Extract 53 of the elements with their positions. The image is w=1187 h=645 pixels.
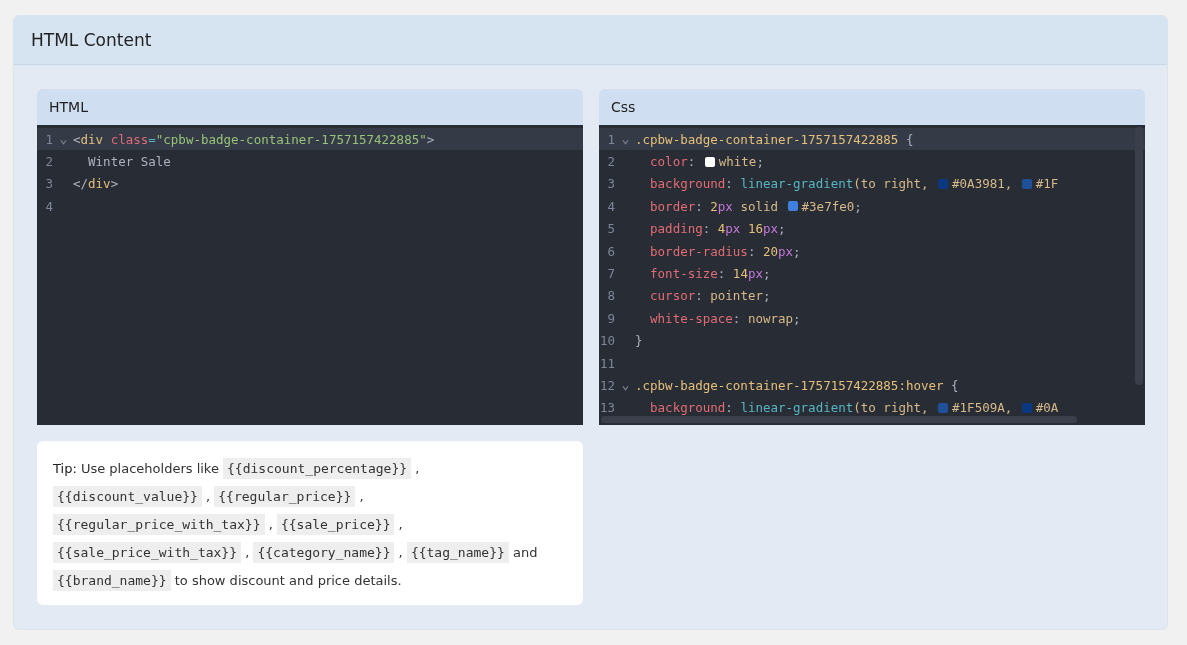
line-number: 8 xyxy=(606,288,615,304)
code-text: cursor: pointer; xyxy=(649,288,771,304)
color-swatch-icon[interactable] xyxy=(1021,178,1032,189)
line-number: 11 xyxy=(599,355,615,371)
code-text: background: linear-gradient(to right, xyxy=(649,400,930,416)
color-swatch-icon[interactable] xyxy=(787,201,798,212)
line-number: 12 xyxy=(599,378,615,393)
line-number: 3 xyxy=(44,176,53,192)
line-number: 5 xyxy=(606,221,615,237)
panel-title: Css xyxy=(611,99,636,115)
line-number: 4 xyxy=(606,198,615,214)
fold-icon[interactable] xyxy=(621,385,629,392)
line-number: 1 xyxy=(44,131,53,147)
code-text: border-radius: 20px; xyxy=(649,243,801,259)
code-text: color: xyxy=(649,154,697,170)
line-number: 2 xyxy=(606,154,615,170)
line-number: 13 xyxy=(599,400,615,416)
card-title: HTML Content xyxy=(31,30,152,50)
code-text: #0A xyxy=(1035,400,1059,416)
line-number: 9 xyxy=(606,310,615,326)
code-text: #0A3981, xyxy=(952,176,1014,192)
code-text: font-size: 14px; xyxy=(649,266,771,282)
code-text: .cpbw-badge-container-1757157422885:hover { xyxy=(635,378,959,393)
code-text: padding: 4px 16px; xyxy=(649,221,786,237)
code-text: white-space: nowrap; xyxy=(649,310,801,326)
color-swatch-icon[interactable] xyxy=(938,178,949,189)
line-number: 2 xyxy=(44,154,53,170)
color-swatch-icon[interactable] xyxy=(704,156,715,167)
code-text: <div class="cpbw-badge-container-1757157422885"> xyxy=(73,131,435,147)
code-text: border: 2px solid xyxy=(649,198,780,214)
color-swatch-icon[interactable] xyxy=(1021,402,1032,413)
line-number: 3 xyxy=(606,176,615,192)
code-text: white; xyxy=(718,154,764,170)
line-number: 1 xyxy=(606,131,615,147)
code-text: #1F509A, xyxy=(952,400,1014,416)
fold-icon[interactable] xyxy=(59,139,67,146)
line-number: 6 xyxy=(606,243,615,259)
code-text: .cpbw-badge-container-1757157422885 { xyxy=(635,131,914,147)
line-number: 4 xyxy=(44,198,53,214)
fold-icon[interactable] xyxy=(621,139,629,146)
code-text: </div> xyxy=(73,176,119,192)
code-text: #1F xyxy=(1035,176,1059,192)
color-swatch-icon[interactable] xyxy=(938,402,949,413)
code-editor[interactable]: 1 <div class="cpbw-badge-container-1757157422885"> 2 Winter Sale 3 </div> 4 xyxy=(37,125,583,425)
line-number: 7 xyxy=(606,266,615,282)
code-text: Winter Sale xyxy=(87,154,171,170)
code-text: background: linear-gradient(to right, xyxy=(649,176,930,192)
line-number: 10 xyxy=(599,333,615,349)
code-editor[interactable] xyxy=(599,125,1145,425)
code-text: #3e7fe0; xyxy=(801,198,862,214)
tip-text: Tip: Use placeholders like {{discount_percentage}} , {{discount_value}} , {{regular_price}} , {{regular_price_with_tax}} , {{sale_price}} , {{sale_price_with_tax}} , {{category_name}} , {{tag_name}} and {{brand_name}} to show discount and price details. xyxy=(53,455,558,595)
panel-title: HTML xyxy=(49,99,88,115)
code-text: } xyxy=(635,333,643,349)
